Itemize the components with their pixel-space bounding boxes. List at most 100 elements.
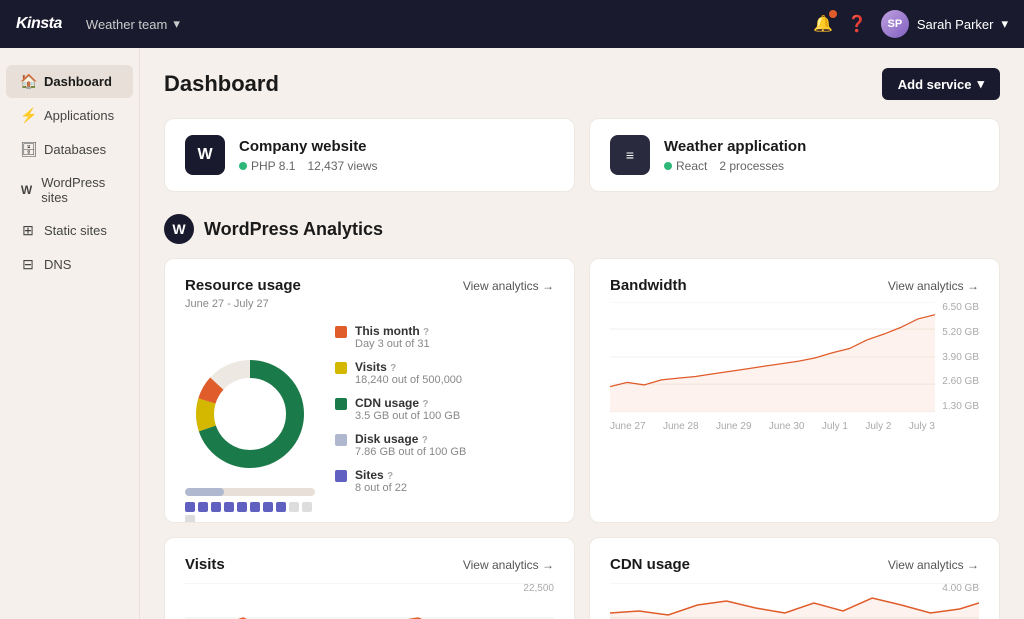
legend-color-disk — [335, 434, 347, 446]
resource-legend: This month ? Day 3 out of 31 Visits ? 18… — [335, 324, 554, 504]
legend-sub-disk: 7.86 GB out of 100 GB — [355, 446, 466, 458]
legend-color-visits — [335, 362, 347, 374]
service-status-weather: React — [676, 159, 707, 173]
service-card-name: Company website — [239, 138, 378, 155]
resource-view-analytics-link[interactable]: View analytics → — [463, 279, 554, 293]
home-icon: 🏠 — [20, 73, 36, 90]
legend-sub-sites: 8 out of 22 — [355, 482, 407, 494]
sidebar-item-wordpress[interactable]: W WordPress sites — [6, 167, 133, 213]
avatar: SP — [881, 10, 909, 38]
page-title: Dashboard — [164, 71, 279, 97]
cdn-chart: 4.00 GB 3.20 GB — [610, 583, 979, 619]
x-label: July 3 — [909, 421, 935, 432]
legend-sub-month: Day 3 out of 31 — [355, 338, 430, 350]
cdn-usage-card: CDN usage View analytics → 4.00 GB 3.20 … — [589, 537, 1000, 619]
x-label: June 27 — [610, 421, 646, 432]
y-label: 22,500 — [523, 583, 554, 594]
sidebar-item-static[interactable]: ⊞ Static sites — [6, 214, 133, 247]
x-label: July 2 — [865, 421, 891, 432]
status-dot-weather — [664, 162, 672, 170]
cdn-usage-title: CDN usage — [610, 556, 690, 573]
cdn-view-analytics-link[interactable]: View analytics → — [888, 558, 979, 572]
resource-usage-header: Resource usage View analytics → — [185, 277, 554, 294]
cdn-usage-header: CDN usage View analytics → — [610, 556, 979, 573]
x-label: June 28 — [663, 421, 699, 432]
sidebar-item-label: WordPress sites — [41, 175, 119, 205]
bandwidth-svg — [610, 302, 935, 412]
resource-content: This month ? Day 3 out of 31 Visits ? 18… — [185, 324, 554, 504]
status-dot-icon — [239, 162, 247, 170]
y-label: 4.00 GB — [942, 583, 979, 594]
legend-item-visits: Visits ? 18,240 out of 500,000 — [335, 360, 554, 386]
bandwidth-view-analytics-link[interactable]: View analytics → — [888, 279, 979, 293]
y-label: 3.90 GB — [939, 352, 979, 363]
add-service-label: Add service — [898, 77, 972, 92]
legend-item-month: This month ? Day 3 out of 31 — [335, 324, 554, 350]
sidebar-item-databases[interactable]: 🗄 Databases — [6, 133, 133, 166]
bandwidth-card: Bandwidth View analytics → — [589, 258, 1000, 523]
sidebar-item-label: Static sites — [44, 223, 107, 238]
status-indicator: PHP 8.1 — [239, 159, 295, 173]
bandwidth-chart: 6.50 GB 5.20 GB 3.90 GB 2.60 GB 1.30 GB … — [610, 302, 979, 432]
x-label: June 29 — [716, 421, 752, 432]
team-selector[interactable]: Weather team ▾ — [86, 16, 180, 32]
visits-y-labels: 22,500 18,000 — [523, 583, 554, 619]
service-card-name-weather: Weather application — [664, 138, 806, 155]
visits-view-analytics-link[interactable]: View analytics → — [463, 558, 554, 572]
sidebar-item-label: Databases — [44, 142, 106, 157]
y-label: 2.60 GB — [939, 376, 979, 387]
sidebar-item-dashboard[interactable]: 🏠 Dashboard — [6, 65, 133, 98]
service-card-info: Company website PHP 8.1 12,437 views — [239, 138, 378, 173]
team-name: Weather team — [86, 17, 167, 32]
sidebar-item-dns[interactable]: ⊟ DNS — [6, 248, 133, 281]
visits-card: Visits View analytics → 22,500 18,000 — [164, 537, 575, 619]
wp-analytics-header: W WordPress Analytics — [164, 214, 1000, 244]
main-content: Dashboard Add service ▾ W Company websit… — [140, 48, 1024, 619]
sidebar-item-label: Applications — [44, 108, 114, 123]
wordpress-icon: W — [20, 183, 33, 197]
add-service-chevron-icon: ▾ — [977, 76, 984, 92]
legend-label-visits: Visits ? — [355, 360, 462, 374]
user-menu[interactable]: SP Sarah Parker ▾ — [881, 10, 1008, 38]
sidebar: 🏠 Dashboard ⚡ Applications 🗄 Databases W… — [0, 48, 140, 619]
legend-item-sites: Sites ? 8 out of 22 — [335, 468, 554, 494]
wp-section-icon: W — [164, 214, 194, 244]
resource-usage-title: Resource usage — [185, 277, 301, 294]
y-label: 5.20 GB — [939, 327, 979, 338]
sites-dots — [185, 502, 315, 523]
service-card-meta: PHP 8.1 12,437 views — [239, 159, 378, 173]
user-chevron-icon: ▾ — [1001, 16, 1008, 32]
help-icon[interactable]: ❓ — [847, 14, 867, 34]
disk-usage-bar — [185, 488, 315, 496]
legend-label-disk: Disk usage ? — [355, 432, 466, 446]
y-label: 6.50 GB — [939, 302, 979, 313]
service-card-company[interactable]: W Company website PHP 8.1 12,437 views — [164, 118, 575, 192]
legend-sub-visits: 18,240 out of 500,000 — [355, 374, 462, 386]
bandwidth-title: Bandwidth — [610, 277, 687, 294]
cdn-svg — [610, 583, 979, 619]
nav-icons: 🔔 ❓ SP Sarah Parker ▾ — [813, 10, 1008, 38]
service-card-info-weather: Weather application React 2 processes — [664, 138, 806, 173]
section-title: WordPress Analytics — [204, 219, 383, 240]
service-views: 12,437 views — [307, 159, 377, 173]
dns-icon: ⊟ — [20, 256, 36, 273]
service-card-weather[interactable]: ≡ Weather application React 2 processes — [589, 118, 1000, 192]
bandwidth-header: Bandwidth View analytics → — [610, 277, 979, 294]
weather-service-icon: ≡ — [610, 135, 650, 175]
legend-color-month — [335, 326, 347, 338]
visits-header: Visits View analytics → — [185, 556, 554, 573]
y-label: 1.30 GB — [939, 401, 979, 412]
legend-label-month: This month ? — [355, 324, 430, 338]
resource-donut-chart — [185, 349, 315, 479]
static-icon: ⊞ — [20, 222, 36, 239]
notifications-icon[interactable]: 🔔 — [813, 14, 833, 34]
legend-item-cdn: CDN usage ? 3.5 GB out of 100 GB — [335, 396, 554, 422]
legend-sub-cdn: 3.5 GB out of 100 GB — [355, 410, 460, 422]
logo: Kinsta — [16, 15, 62, 33]
add-service-button[interactable]: Add service ▾ — [882, 68, 1000, 100]
sidebar-item-applications[interactable]: ⚡ Applications — [6, 99, 133, 132]
company-service-icon: W — [185, 135, 225, 175]
x-label: July 1 — [822, 421, 848, 432]
resource-date-range: June 27 - July 27 — [185, 298, 554, 310]
legend-label-sites: Sites ? — [355, 468, 407, 482]
